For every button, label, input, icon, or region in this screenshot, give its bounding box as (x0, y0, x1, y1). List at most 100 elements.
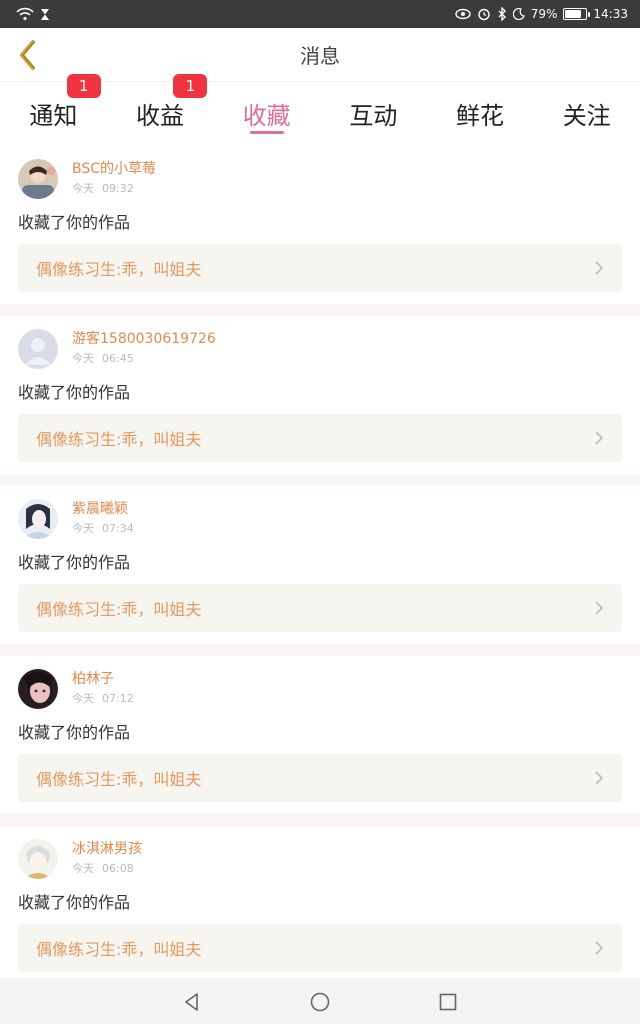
divider (0, 474, 640, 486)
message-card: BSC的小草莓 今天 09:32 收藏了你的作品 偶像练习生:乖，叫姐夫 (0, 146, 640, 304)
chevron-right-icon (595, 941, 604, 955)
timestamp: 今天 07:34 (72, 520, 142, 538)
circle-home-icon (310, 992, 330, 1011)
date-label: 今天 (72, 522, 94, 535)
unread-badge: 1 (173, 74, 208, 98)
time-label: 07:34 (102, 522, 134, 535)
tab-label: 收藏 (242, 101, 291, 130)
message-user: 冰淇淋男孩 今天 06:08 (18, 836, 622, 882)
timestamp: 今天 07:12 (72, 690, 142, 708)
chevron-right-icon (595, 261, 604, 275)
message-text: 收藏了你的作品 (18, 553, 131, 572)
date-label: 今天 (72, 352, 94, 365)
work-link[interactable]: 偶像练习生:乖，叫姐夫 (18, 754, 622, 802)
username[interactable]: 柏林子 (72, 670, 142, 688)
avatar[interactable] (18, 839, 58, 879)
message-card: 游客1580030619726 今天 06:45 收藏了你的作品 偶像练习生:乖，… (0, 316, 640, 474)
time-label: 09:32 (102, 182, 134, 195)
work-link[interactable]: 偶像练习生:乖，叫姐夫 (18, 924, 622, 972)
tab-interactions[interactable]: 互动 (320, 82, 427, 144)
tab-favorites[interactable]: 收藏 (213, 82, 320, 144)
message-user: 游客1580030619726 今天 06:45 (18, 326, 622, 372)
time-label: 06:45 (102, 352, 134, 365)
page-title: 消息 (300, 44, 340, 68)
message-card: 冰淇淋男孩 今天 06:08 收藏了你的作品 偶像练习生:乖，叫姐夫 (0, 826, 640, 984)
status-left (16, 7, 50, 21)
unread-badge: 1 (66, 74, 101, 98)
work-link[interactable]: 偶像练习生:乖，叫姐夫 (18, 584, 622, 632)
avatar[interactable] (18, 329, 58, 369)
message-text: 收藏了你的作品 (18, 213, 131, 232)
timestamp: 今天 09:32 (72, 180, 156, 198)
nav-home-button[interactable] (300, 982, 340, 1022)
username[interactable]: BSC的小草莓 (72, 160, 156, 178)
message-text: 收藏了你的作品 (18, 893, 131, 912)
message-user: BSC的小草莓 今天 09:32 (18, 156, 622, 202)
tab-earnings[interactable]: 收益 1 (107, 74, 214, 144)
username[interactable]: 紫晨曦颖 (72, 500, 142, 518)
work-link[interactable]: 偶像练习生:乖，叫姐夫 (18, 414, 622, 462)
avatar[interactable] (18, 159, 58, 199)
alarm-icon (477, 7, 491, 21)
work-title: 偶像练习生:乖，叫姐夫 (36, 260, 202, 279)
work-title: 偶像练习生:乖，叫姐夫 (36, 940, 202, 959)
work-title: 偶像练习生:乖，叫姐夫 (36, 430, 202, 449)
tab-following[interactable]: 关注 (533, 82, 640, 144)
chevron-right-icon (595, 771, 604, 785)
username[interactable]: 冰淇淋男孩 (72, 840, 142, 858)
user-info: 柏林子 今天 07:12 (72, 670, 142, 708)
date-label: 今天 (72, 862, 94, 875)
battery-percent: 79% (530, 7, 558, 21)
system-nav-bar (0, 978, 640, 1024)
date-label: 今天 (72, 182, 94, 195)
chevron-right-icon (595, 601, 604, 615)
back-button[interactable] (10, 37, 46, 73)
divider (0, 644, 640, 656)
user-info: BSC的小草莓 今天 09:32 (72, 160, 156, 198)
user-info: 冰淇淋男孩 今天 06:08 (72, 840, 142, 878)
tab-label: 关注 (562, 101, 611, 130)
message-text: 收藏了你的作品 (18, 383, 131, 402)
message-list: BSC的小草莓 今天 09:32 收藏了你的作品 偶像练习生:乖，叫姐夫 游客15… (0, 146, 640, 984)
tab-label: 收益 (136, 101, 184, 130)
timestamp: 今天 06:08 (72, 860, 142, 878)
tab-flowers[interactable]: 鲜花 (427, 82, 534, 144)
active-tab-indicator (249, 131, 284, 134)
tab-bar: 通知 1 收益 1 收藏 互动 鲜花 关注 (0, 74, 640, 144)
hourglass-icon (40, 8, 50, 21)
timestamp: 今天 06:45 (72, 350, 216, 368)
nav-recents-button[interactable] (428, 982, 468, 1022)
status-time: 14:33 (593, 7, 628, 21)
work-title: 偶像练习生:乖，叫姐夫 (36, 770, 202, 789)
date-label: 今天 (72, 692, 94, 705)
avatar[interactable] (18, 499, 58, 539)
tab-label: 通知 (29, 101, 78, 130)
user-info: 紫晨曦颖 今天 07:34 (72, 500, 142, 538)
avatar[interactable] (18, 669, 58, 709)
tab-notifications[interactable]: 通知 1 (0, 74, 107, 144)
battery-level (565, 10, 582, 18)
nav-back-button[interactable] (172, 982, 212, 1022)
work-link[interactable]: 偶像练习生:乖，叫姐夫 (18, 244, 622, 292)
status-bar: 79% 14:33 (0, 0, 640, 28)
message-user: 柏林子 今天 07:12 (18, 666, 622, 712)
bluetooth-icon (497, 7, 507, 21)
tab-label: 互动 (349, 101, 398, 130)
chevron-right-icon (595, 431, 604, 445)
tab-label: 鲜花 (456, 101, 505, 130)
moon-icon (512, 8, 525, 20)
divider (0, 304, 640, 316)
chevron-left-icon (20, 40, 35, 70)
message-card: 紫晨曦颖 今天 07:34 收藏了你的作品 偶像练习生:乖，叫姐夫 (0, 486, 640, 644)
time-label: 07:12 (102, 692, 134, 705)
work-title: 偶像练习生:乖，叫姐夫 (36, 600, 202, 619)
message-card: 柏林子 今天 07:12 收藏了你的作品 偶像练习生:乖，叫姐夫 (0, 656, 640, 814)
user-info: 游客1580030619726 今天 06:45 (72, 330, 216, 368)
message-text: 收藏了你的作品 (18, 723, 131, 742)
time-label: 06:08 (102, 862, 134, 875)
divider (0, 814, 640, 826)
battery-icon (563, 8, 591, 20)
message-user: 紫晨曦颖 今天 07:34 (18, 496, 622, 542)
username[interactable]: 游客1580030619726 (72, 330, 216, 348)
eye-icon (455, 8, 471, 20)
